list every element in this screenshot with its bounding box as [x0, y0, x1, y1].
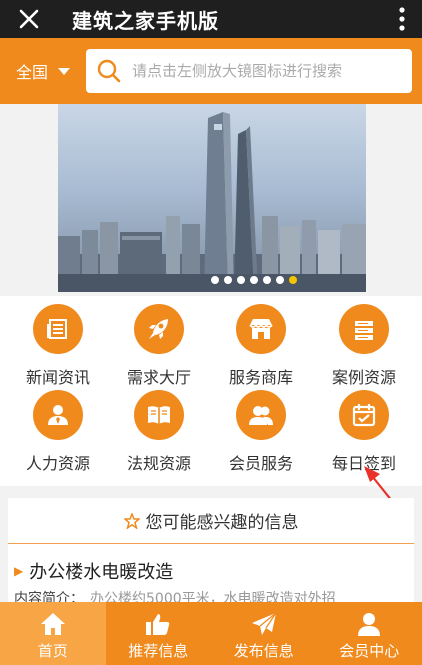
grid-item-demand[interactable]: 需求大厅: [109, 304, 209, 390]
grid-item-regulations[interactable]: 法规资源: [109, 390, 209, 476]
thumbs-up-icon: [146, 613, 170, 635]
carousel-dot[interactable]: [224, 276, 232, 284]
tab-recommended[interactable]: 推荐信息: [106, 602, 212, 665]
grid-item-cases[interactable]: 案例资源: [314, 304, 414, 390]
grid-item-providers[interactable]: 服务商库: [211, 304, 311, 390]
bottom-tab-bar: 首页 推荐信息 发布信息 会员中心: [0, 602, 422, 665]
rocket-icon: [134, 304, 184, 354]
group-icon: [236, 390, 286, 440]
search-bar: 全国: [0, 38, 422, 104]
tab-label: 首页: [37, 641, 68, 660]
tab-publish[interactable]: 发布信息: [211, 602, 317, 665]
carousel-dots: [58, 276, 366, 284]
region-label: 全国: [15, 63, 48, 82]
tab-label: 发布信息: [233, 641, 294, 660]
grid-item-label: 人力资源: [25, 454, 90, 473]
carousel-dot[interactable]: [237, 276, 245, 284]
list-item[interactable]: ▶ 办公楼水电暖改造 内容简介： 办公楼约5000平米，水电暖改造对外招: [8, 544, 414, 608]
grid-item-hr[interactable]: 人力资源: [8, 390, 108, 476]
more-menu-button[interactable]: [382, 0, 422, 38]
carousel-dot[interactable]: [276, 276, 284, 284]
panel-header: 您可能感兴趣的信息: [8, 498, 414, 544]
store-icon: [236, 304, 286, 354]
grid-item-label: 会员服务: [228, 454, 293, 473]
carousel-dot[interactable]: [250, 276, 258, 284]
calendar-check-icon: [339, 390, 389, 440]
user-icon: [358, 612, 381, 636]
grid-item-label: 新闻资讯: [25, 368, 90, 387]
grid-item-member-services[interactable]: 会员服务: [211, 390, 311, 476]
carousel-dot-active[interactable]: [289, 276, 297, 284]
send-icon: [251, 612, 277, 635]
region-selector[interactable]: 全国: [0, 38, 86, 104]
grid-item-news[interactable]: 新闻资讯: [8, 304, 108, 390]
person-icon: [33, 390, 83, 440]
star-icon: [123, 512, 140, 529]
tab-member-center[interactable]: 会员中心: [317, 602, 422, 665]
recommendation-panel: 您可能感兴趣的信息 ▶ 办公楼水电暖改造 内容简介： 办公楼约5000平米，水电暖…: [8, 498, 414, 608]
city-skyline-image: [58, 112, 366, 292]
tab-label: 推荐信息: [128, 641, 189, 660]
more-vertical-icon: [399, 7, 405, 31]
newspaper-icon: [33, 304, 83, 354]
grid-item-label: 服务商库: [228, 368, 293, 387]
search-button[interactable]: [86, 58, 132, 84]
tab-label: 会员中心: [339, 641, 400, 660]
grid-item-label: 案例资源: [331, 368, 396, 387]
item-title: 办公楼水电暖改造: [29, 562, 174, 583]
search-box: [86, 49, 412, 93]
grid-item-label: 法规资源: [126, 454, 191, 473]
grid-item-label: 需求大厅: [126, 368, 191, 387]
stack-icon: [339, 304, 389, 354]
tab-home[interactable]: 首页: [0, 602, 106, 665]
book-icon: [134, 390, 184, 440]
carousel-dot[interactable]: [211, 276, 219, 284]
title-bar: 建筑之家手机版: [0, 0, 422, 38]
feature-grid: 新闻资讯 需求大厅 服务商库 案例资源 人力资源 法规资源 会员服务 每日签到: [0, 296, 422, 486]
close-button[interactable]: [0, 0, 58, 38]
home-icon: [40, 612, 65, 635]
search-icon: [97, 59, 121, 83]
caret-down-icon: [58, 67, 70, 75]
page-title: 建筑之家手机版: [72, 8, 219, 33]
banner-carousel[interactable]: [58, 104, 366, 292]
panel-title: 您可能感兴趣的信息: [145, 513, 299, 533]
close-icon: [19, 9, 39, 29]
play-arrow-icon: ▶: [14, 564, 24, 578]
search-input[interactable]: [132, 62, 412, 80]
carousel-dot[interactable]: [263, 276, 271, 284]
